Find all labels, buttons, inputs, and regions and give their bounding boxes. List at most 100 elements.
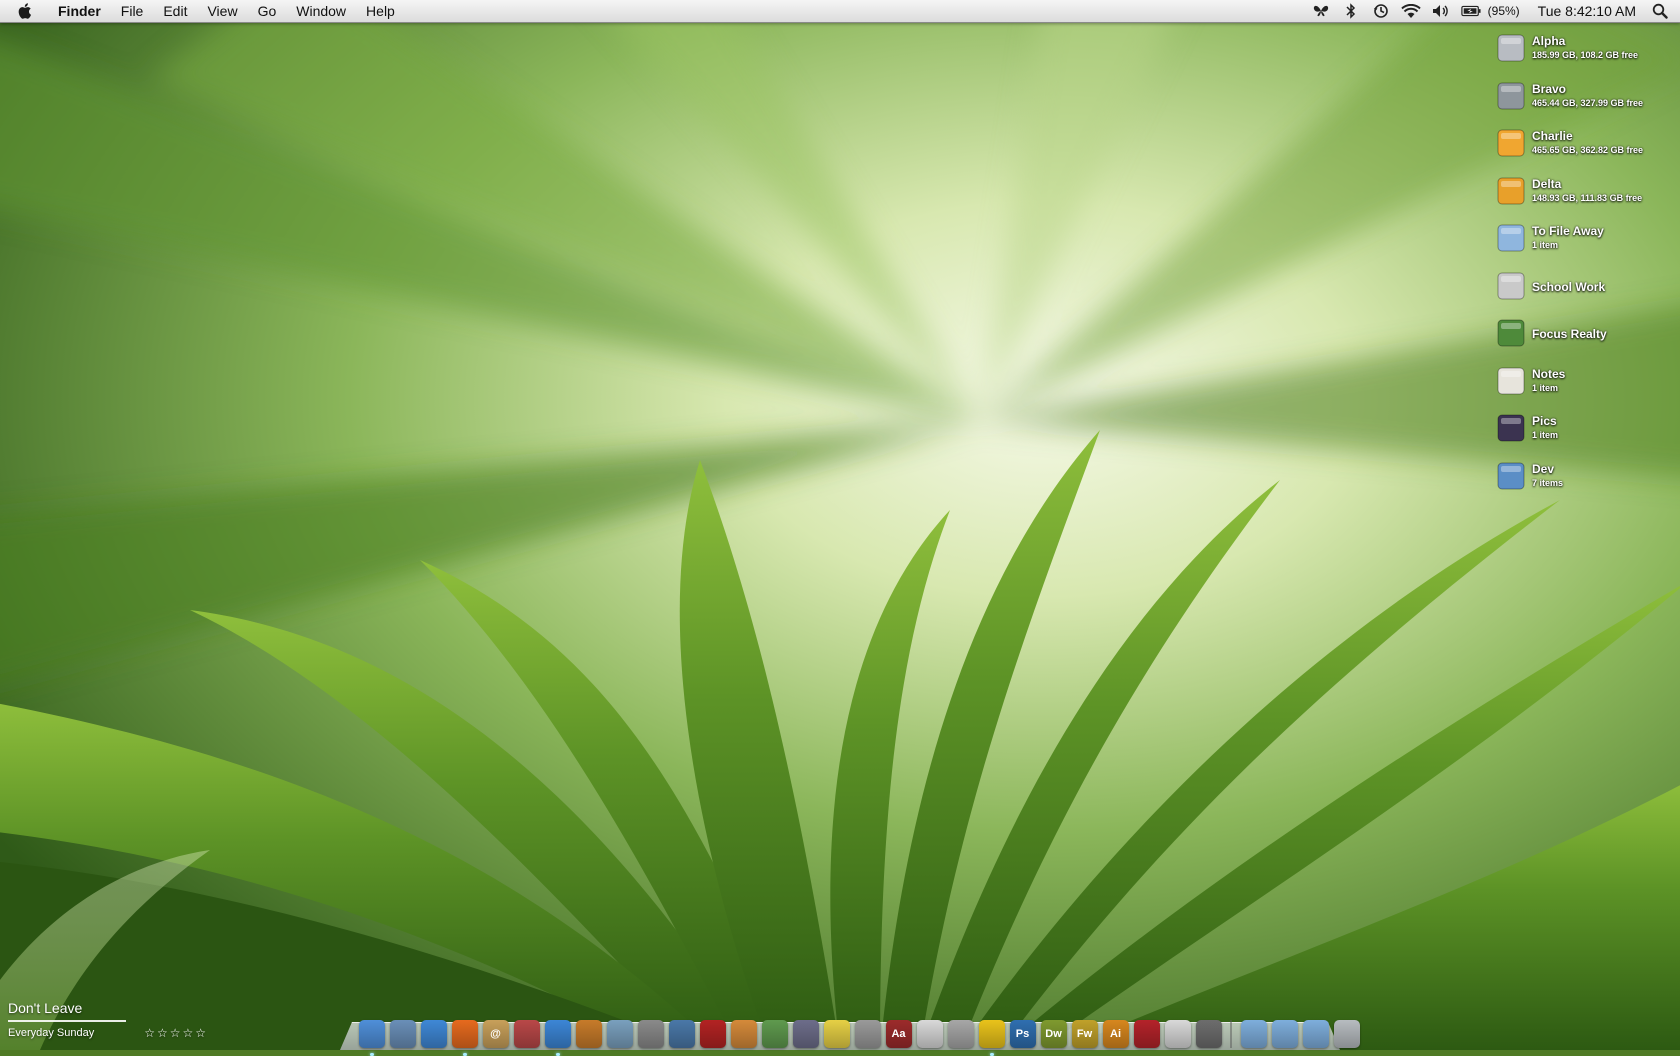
desktop-icon-notes[interactable]: Notes 1 item [1490, 363, 1675, 407]
spotlight-search-icon[interactable] [1652, 2, 1670, 20]
desktop-icon-label: Delta [1532, 176, 1562, 191]
alias-icon [1494, 268, 1528, 302]
ical-icon[interactable] [513, 1020, 540, 1048]
calculator-icon[interactable] [854, 1020, 881, 1048]
menu-edit[interactable]: Edit [153, 0, 197, 22]
dock-item-label: Aa [891, 1028, 906, 1040]
menu-file[interactable]: File [111, 0, 154, 22]
firefox-icon[interactable] [451, 1020, 478, 1056]
trash-icon[interactable] [1333, 1020, 1360, 1048]
alias-icon [1494, 315, 1528, 349]
desktop-icon-alpha[interactable]: Alpha 185.99 GB, 108.2 GB free [1490, 30, 1675, 74]
imovie-icon[interactable] [730, 1020, 757, 1048]
menu-bar-left: Finder File Edit View Go Window Help [0, 0, 405, 22]
desktop-icon-focus-realty[interactable]: Focus Realty [1490, 315, 1675, 359]
desktop-icon-school-work[interactable]: School Work [1490, 268, 1675, 312]
activity-monitor-icon[interactable] [761, 1020, 788, 1048]
menu-bar: Finder File Edit View Go Window Help (95… [0, 0, 1680, 23]
usb-drive-icon [1494, 173, 1528, 207]
desktop-icon-info: 1 item [1532, 240, 1559, 250]
desktop-wallpaper [0, 0, 1680, 1050]
blueprint-folder-icon [1494, 458, 1528, 492]
script-editor-icon[interactable] [792, 1020, 819, 1048]
butterfly-icon[interactable] [1311, 3, 1331, 19]
desktop-icon-bravo[interactable]: Bravo 465.44 GB, 327.99 GB free [1490, 78, 1675, 122]
dock-item-label: Ps [1015, 1028, 1030, 1040]
address-book-icon[interactable]: @ [482, 1020, 509, 1048]
desktop-icon-label: Dev [1532, 461, 1555, 476]
photoshop-icon[interactable]: Ps [1009, 1020, 1036, 1048]
desktop-icon-pics[interactable]: Pics 1 item [1490, 410, 1675, 454]
now-playing-widget: Don't Leave Everyday Sunday ☆☆☆☆☆ [8, 1000, 208, 1040]
battery-icon[interactable] [1460, 3, 1481, 19]
desktop-icon-label: Pics [1532, 414, 1557, 428]
dock-item-label: Ai [1110, 1028, 1121, 1040]
dock-separator[interactable] [1230, 1020, 1232, 1048]
documents-folder-icon[interactable] [1271, 1020, 1298, 1048]
desktop-icon-delta[interactable]: Delta 148.93 GB, 111.83 GB free [1490, 173, 1675, 217]
photo-booth-icon[interactable] [699, 1020, 726, 1048]
terminal-icon[interactable] [947, 1020, 974, 1048]
menu-view[interactable]: View [197, 0, 247, 22]
dock: @ Aa Ps Dw Fw Ai [356, 1008, 1362, 1056]
desktop-icon-info: 1 item [1532, 382, 1559, 393]
dock-item-label: Fw [1076, 1028, 1093, 1040]
acrobat-icon[interactable] [1164, 1020, 1191, 1048]
notes-folder-icon [1494, 363, 1528, 397]
menu-go[interactable]: Go [248, 0, 287, 22]
time-machine-icon[interactable] [1371, 3, 1391, 19]
desktop-icon-info: 148.93 GB, 111.83 GB free [1532, 192, 1643, 203]
disk-utility-icon[interactable] [1195, 1020, 1222, 1048]
desktop-icon-label: To File Away [1532, 224, 1604, 238]
firewire-drive-icon [1494, 125, 1528, 159]
desktop-icon-to-file-away[interactable]: To File Away 1 item [1490, 220, 1675, 264]
now-playing-title: Don't Leave [8, 1000, 83, 1016]
battery-percentage[interactable]: (95%) [1488, 4, 1520, 18]
dreamweaver-icon[interactable]: Dw [1040, 1020, 1067, 1048]
desktop-icon-info: 1 item [1532, 430, 1559, 440]
desktop-icon-info: 185.99 GB, 108.2 GB free [1532, 50, 1639, 60]
now-playing-rating[interactable]: ☆☆☆☆☆ [144, 1026, 208, 1040]
system-prefs-icon[interactable] [637, 1020, 664, 1048]
desktop-icon-info: 465.44 GB, 327.99 GB free [1532, 97, 1644, 108]
fireworks-icon[interactable]: Fw [1071, 1020, 1098, 1048]
dock-item-label: Dw [1045, 1028, 1062, 1040]
internal-drive-icon [1494, 30, 1528, 64]
desktop-icon-label: Focus Realty [1532, 327, 1607, 341]
dictionary-icon[interactable]: Aa [885, 1020, 912, 1048]
applications-folder-icon[interactable] [1240, 1020, 1267, 1048]
downloads-folder-icon[interactable] [1302, 1020, 1329, 1048]
iphoto-icon[interactable] [606, 1020, 633, 1048]
wifi-icon[interactable] [1400, 3, 1421, 19]
preview-icon[interactable] [389, 1020, 416, 1048]
menu-app-finder[interactable]: Finder [52, 0, 111, 22]
desktop-icon-info: 465.65 GB, 362.82 GB free [1532, 145, 1644, 155]
cyberduck-icon[interactable] [978, 1020, 1005, 1056]
desktop-icon-label: Notes [1532, 366, 1566, 381]
desktop-icon-dev[interactable]: Dev 7 items [1490, 458, 1675, 502]
finder-icon[interactable] [358, 1020, 385, 1056]
safari-icon[interactable] [420, 1020, 447, 1048]
illustrator-icon[interactable]: Ai [1102, 1020, 1129, 1048]
apple-logo-icon[interactable] [16, 2, 38, 20]
textedit-icon[interactable] [916, 1020, 943, 1048]
flash-icon[interactable] [1133, 1020, 1160, 1048]
camera-folder-icon [1494, 410, 1528, 444]
desktop-icon-label: Bravo [1532, 81, 1567, 96]
stickies-icon[interactable] [823, 1020, 850, 1048]
now-playing-divider [8, 1020, 126, 1022]
dock-item-label: @ [490, 1028, 501, 1040]
desktop-icon-label: Alpha [1532, 34, 1566, 48]
desktop-icon-charlie[interactable]: Charlie 465.65 GB, 362.82 GB free [1490, 125, 1675, 169]
menu-help[interactable]: Help [356, 0, 405, 22]
desktop-icon-label: Charlie [1532, 129, 1573, 143]
menu-window[interactable]: Window [286, 0, 356, 22]
garageband-icon[interactable] [575, 1020, 602, 1048]
menu-bar-extras: (95%) Tue 8:42:10 AM [1306, 0, 1680, 22]
keychain-icon[interactable] [668, 1020, 695, 1048]
bluetooth-icon[interactable] [1341, 3, 1361, 19]
menu-clock[interactable]: Tue 8:42:10 AM [1538, 3, 1636, 19]
desktop-icon-label: School Work [1532, 279, 1606, 294]
volume-icon[interactable] [1431, 3, 1451, 19]
itunes-icon[interactable] [544, 1020, 571, 1056]
